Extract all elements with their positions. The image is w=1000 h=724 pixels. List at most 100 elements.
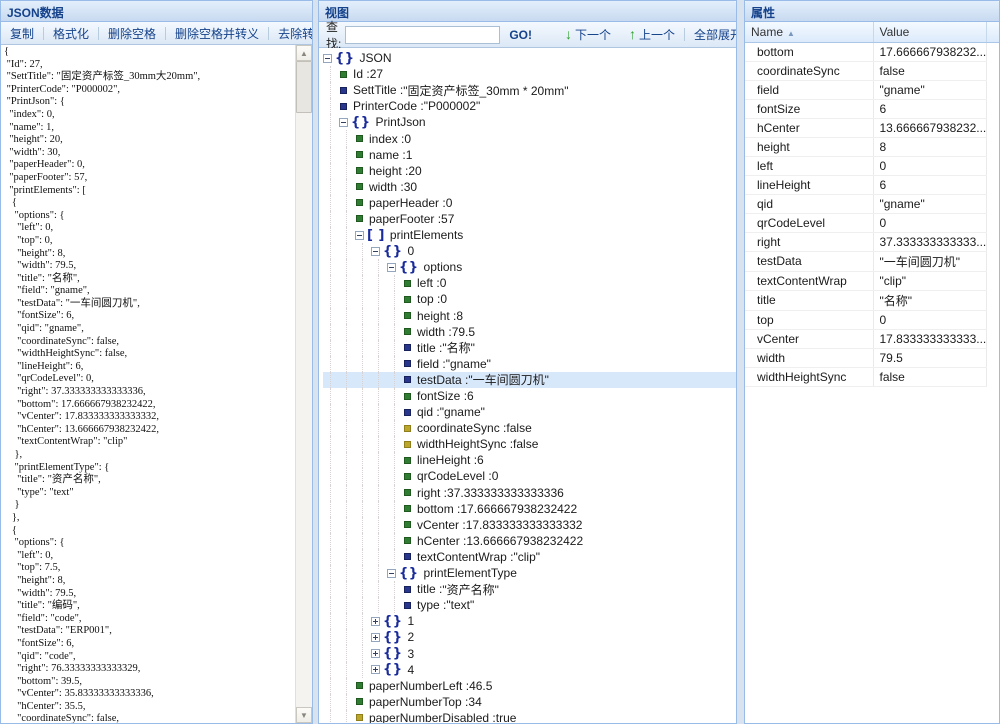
right-splitter[interactable] <box>737 0 744 724</box>
tree-row[interactable]: hCenter : 13.666667938232422 <box>323 533 736 549</box>
remove-spaces-button[interactable]: 删除空格 <box>99 25 165 42</box>
property-row[interactable]: right37.333333333333... <box>745 232 999 251</box>
next-button[interactable]: ↓下一个 <box>556 26 620 43</box>
collapse-node-icon[interactable] <box>387 263 396 272</box>
scrollbar-thumb[interactable] <box>296 61 312 113</box>
tree-row[interactable]: widthHeightSync : false <box>323 436 736 452</box>
json-text-editor[interactable]: { "Id": 27, "SettTitle": "固定资产标签_30mm大20… <box>1 45 295 723</box>
property-row[interactable]: top0 <box>745 310 999 329</box>
property-row[interactable]: qid"gname" <box>745 194 999 213</box>
expand-node-icon[interactable] <box>371 633 380 642</box>
property-row[interactable]: hCenter13.666667938232... <box>745 118 999 137</box>
property-filler <box>986 137 999 156</box>
tree-node-value: 37.333333333333336 <box>447 486 564 500</box>
tree-row[interactable]: PrinterCode : "P000002" <box>323 98 736 114</box>
property-row[interactable]: width79.5 <box>745 348 999 367</box>
property-row[interactable]: title"名称" <box>745 290 999 310</box>
collapse-node-icon[interactable] <box>339 118 348 127</box>
tree-row[interactable]: {}2 <box>323 629 736 645</box>
expand-node-icon[interactable] <box>371 665 380 674</box>
property-row[interactable]: textContentWrap"clip" <box>745 271 999 290</box>
scroll-down-icon[interactable]: ▼ <box>296 707 312 723</box>
tree-row[interactable]: height : 8 <box>323 308 736 324</box>
tree-row[interactable]: coordinateSync : false <box>323 420 736 436</box>
type-bullet-icon <box>404 425 411 432</box>
remove-spaces-escape-button[interactable]: 删除空格并转义 <box>166 25 268 42</box>
tree-row[interactable]: qrCodeLevel : 0 <box>323 468 736 484</box>
property-row[interactable]: testData"一车间圆刀机" <box>745 251 999 271</box>
tree-row[interactable]: paperFooter : 57 <box>323 211 736 227</box>
tree-row[interactable]: title : "资产名称" <box>323 581 736 597</box>
tree-row[interactable]: {}3 <box>323 645 736 661</box>
tree-row[interactable]: textContentWrap : "clip" <box>323 549 736 565</box>
property-row[interactable]: left0 <box>745 156 999 175</box>
tree-indent-guide <box>371 549 387 565</box>
tree-row[interactable]: qid : "gname" <box>323 404 736 420</box>
type-bullet-icon <box>404 328 411 335</box>
go-button[interactable]: GO! <box>500 28 542 42</box>
property-row[interactable]: widthHeightSyncfalse <box>745 367 999 386</box>
tree-row[interactable]: testData : "一车间圆刀机" <box>323 372 736 388</box>
tree-row[interactable]: SettTitle : "固定资产标签_30mm * 20mm" <box>323 82 736 98</box>
property-row[interactable]: bottom17.666667938232... <box>745 42 999 61</box>
prev-button[interactable]: ↑上一个 <box>620 26 684 43</box>
collapse-node-icon[interactable] <box>323 54 332 63</box>
property-row[interactable]: vCenter17.833333333333... <box>745 329 999 348</box>
tree-row[interactable]: title : "名称" <box>323 340 736 356</box>
tree-row[interactable]: height : 20 <box>323 163 736 179</box>
tree-row[interactable]: type : "text" <box>323 597 736 613</box>
tree-row[interactable]: {}printElementType <box>323 565 736 581</box>
tree-indent-guide <box>339 130 355 146</box>
property-row[interactable]: fontSize6 <box>745 99 999 118</box>
name-column-header[interactable]: Name▲ <box>745 22 873 42</box>
collapse-node-icon[interactable] <box>355 231 364 240</box>
expand-all-button[interactable]: 全部展开 <box>685 26 737 43</box>
find-input[interactable] <box>345 26 500 44</box>
value-column-header[interactable]: Value <box>873 22 986 42</box>
tree-row[interactable]: Id : 27 <box>323 66 736 82</box>
tree-row[interactable]: paperNumberLeft : 46.5 <box>323 678 736 694</box>
tree-row[interactable]: paperNumberDisabled : true <box>323 710 736 723</box>
expand-node-icon[interactable] <box>371 617 380 626</box>
format-button[interactable]: 格式化 <box>44 25 98 42</box>
tree-node-key: left : <box>417 276 440 290</box>
tree-row[interactable]: {}JSON <box>323 50 736 66</box>
tree-row[interactable]: {}4 <box>323 662 736 678</box>
tree-row[interactable]: {}PrintJson <box>323 114 736 130</box>
property-row[interactable]: coordinateSyncfalse <box>745 61 999 80</box>
unescape-button[interactable]: 去除转义 <box>269 25 313 42</box>
tree-row[interactable]: lineHeight : 6 <box>323 452 736 468</box>
scrollbar-track[interactable] <box>296 61 312 707</box>
tree-row[interactable]: name : 1 <box>323 147 736 163</box>
property-row[interactable]: field"gname" <box>745 80 999 99</box>
tree-row[interactable]: right : 37.333333333333336 <box>323 485 736 501</box>
property-row[interactable]: qrCodeLevel0 <box>745 213 999 232</box>
tree-row[interactable]: paperHeader : 0 <box>323 195 736 211</box>
property-row[interactable]: height8 <box>745 137 999 156</box>
tree-row[interactable]: top : 0 <box>323 291 736 307</box>
scroll-up-icon[interactable]: ▲ <box>296 45 312 61</box>
tree-row[interactable]: vCenter : 17.833333333333332 <box>323 517 736 533</box>
tree-row[interactable]: [ ]printElements <box>323 227 736 243</box>
tree-indent-guide <box>355 324 371 340</box>
tree-row[interactable]: index : 0 <box>323 130 736 146</box>
tree-row[interactable]: left : 0 <box>323 275 736 291</box>
tree-row[interactable]: {}1 <box>323 613 736 629</box>
object-braces-icon: {} <box>383 662 403 677</box>
tree-row[interactable]: fontSize : 6 <box>323 388 736 404</box>
tree-row[interactable]: {}options <box>323 259 736 275</box>
tree-row[interactable]: width : 30 <box>323 179 736 195</box>
tree-row[interactable]: width : 79.5 <box>323 324 736 340</box>
collapse-node-icon[interactable] <box>387 569 396 578</box>
tree-row[interactable]: bottom : 17.666667938232422 <box>323 501 736 517</box>
json-editor-scrollbar[interactable]: ▲ ▼ <box>295 45 312 723</box>
copy-button[interactable]: 复制 <box>1 25 43 42</box>
expand-node-icon[interactable] <box>371 649 380 658</box>
tree-row[interactable]: paperNumberTop : 34 <box>323 694 736 710</box>
properties-grid: Name▲ Value bottom17.666667938232...coor… <box>745 22 999 723</box>
tree-node-key: PrintJson <box>376 115 426 129</box>
tree-row[interactable]: {}0 <box>323 243 736 259</box>
collapse-node-icon[interactable] <box>371 247 380 256</box>
property-row[interactable]: lineHeight6 <box>745 175 999 194</box>
tree-row[interactable]: field : "gname" <box>323 356 736 372</box>
